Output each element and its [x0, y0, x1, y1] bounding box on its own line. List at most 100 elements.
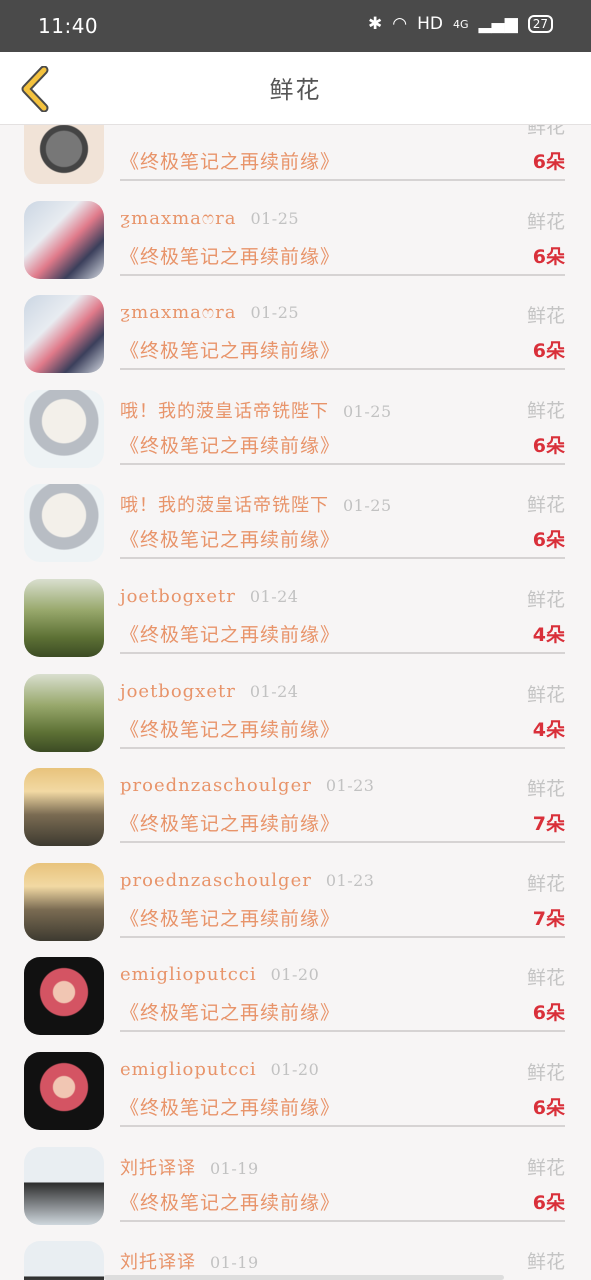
book-title[interactable]: 《终极笔记之再续前缘》: [120, 809, 340, 836]
divider: [120, 462, 565, 465]
gift-type-label: 鲜花: [526, 125, 565, 138]
list-item[interactable]: 哦！我的菠皇话帝铣陛下 01-25 鲜花《终极笔记之再续前缘》 6朵: [0, 474, 591, 569]
avatar[interactable]: [24, 389, 104, 468]
avatar[interactable]: [24, 578, 104, 657]
book-title[interactable]: 《终极笔记之再续前缘》: [120, 242, 340, 269]
network-type: HD: [417, 14, 443, 34]
avatar[interactable]: [24, 295, 104, 374]
list-item[interactable]: 刘托译译 01-19 鲜花: [0, 1231, 591, 1280]
gift-type-label: 鲜花: [526, 1251, 565, 1274]
user-name-text: ƺmaxmaෆra: [120, 302, 237, 324]
book-title[interactable]: 《终极笔记之再续前缘》: [120, 525, 340, 552]
flower-count: 4朵: [532, 718, 565, 741]
book-title[interactable]: 《终极笔记之再续前缘》: [120, 715, 340, 742]
list-item[interactable]: 刘托译译 01-19 鲜花 《终极笔记之再续前缘》 6朵: [0, 1137, 591, 1232]
gift-date: 01-23: [325, 776, 375, 796]
divider: [120, 1124, 565, 1127]
avatar[interactable]: [24, 862, 104, 941]
user-name-text: joetbogxetr: [120, 680, 236, 702]
book-title[interactable]: 《终极笔记之再续前缘》: [120, 620, 340, 647]
user-name: 哦！我的菠皇话帝铣陛下 01-25: [120, 491, 392, 517]
book-title[interactable]: 《终极笔记之再续前缘》: [120, 998, 340, 1025]
avatar[interactable]: [24, 673, 104, 752]
user-name-text: proednzaschoulger: [120, 775, 312, 797]
list-item[interactable]: emiglioputcci 01-20 鲜花《终极笔记之再续前缘》 6朵: [0, 1042, 591, 1137]
gift-date: 01-23: [325, 870, 375, 890]
user-name: ƺmaxmaෆra 01-25: [120, 302, 299, 323]
user-name-text: proednzaschoulger: [120, 869, 312, 891]
gift-type-label: 鲜花: [526, 1061, 565, 1084]
divider: [120, 1219, 565, 1222]
gift-date: 01-25: [343, 496, 392, 516]
avatar[interactable]: [24, 200, 104, 279]
list-item[interactable]: 哦！我的菠皇话帝铣陛下 01-25 鲜花 《终极笔记之再续前缘》 6朵: [0, 380, 591, 475]
user-name: emiglioputcci 01-20: [120, 1059, 319, 1080]
gift-type-label: 鲜花: [526, 399, 565, 422]
avatar[interactable]: [24, 125, 104, 184]
gift-type-label: 鲜花: [526, 210, 565, 233]
status-icons: ✱ ◠ HD 4G ▂▄▆ 27: [368, 14, 553, 34]
flower-count: 4朵: [532, 623, 565, 646]
book-title[interactable]: 《终极笔记之再续前缘》: [120, 1093, 340, 1120]
gift-type-label: 鲜花: [526, 1156, 565, 1179]
list-item[interactable]: proednzaschoulger 01-23 鲜花 《终极笔记之再续前缘》 7朵: [0, 853, 591, 948]
list-item[interactable]: joetbogxetr 01-24 鲜花《终极笔记之再续前缘》 4朵: [0, 664, 591, 759]
list-item[interactable]: emiglioputcci 01-20 鲜花 《终极笔记之再续前缘》 6朵: [0, 947, 591, 1042]
gift-type-label: 鲜花: [526, 494, 565, 517]
avatar[interactable]: [24, 768, 104, 847]
flower-count: 7朵: [532, 813, 565, 836]
flower-count: 6朵: [532, 529, 565, 552]
user-name-text: ƺmaxmaෆra: [120, 207, 237, 229]
divider: [120, 935, 565, 938]
page-title: 鲜花: [269, 76, 322, 104]
list-item[interactable]: ƺmaxmaෆra 01-25 鲜花《终极笔记之再续前缘》 6朵: [0, 285, 591, 380]
flower-count: 6朵: [532, 1096, 565, 1119]
gift-type-label: 鲜花: [526, 683, 565, 706]
gift-date: 01-20: [270, 965, 320, 985]
nav-bar: 鲜花: [0, 52, 591, 125]
book-title[interactable]: 《终极笔记之再续前缘》: [120, 431, 340, 458]
divider: [120, 651, 565, 654]
avatar[interactable]: [24, 1146, 104, 1225]
user-name: joetbogxetr 01-24: [120, 681, 298, 702]
gift-date: 01-25: [250, 208, 300, 228]
user-name: proednzaschoulger 01-23: [120, 870, 374, 891]
gift-type-label: 鲜花: [526, 305, 565, 328]
divider: [120, 841, 565, 844]
flower-count: 6朵: [532, 151, 565, 173]
user-name-text: emiglioputcci: [120, 1058, 257, 1080]
gift-type-label: 鲜花: [526, 967, 565, 990]
book-title[interactable]: 《终极笔记之再续前缘》: [120, 336, 340, 363]
divider: [120, 179, 565, 181]
flower-gift-list[interactable]: 鲜花 《终极笔记之再续前缘》 6朵 ƺmaxmaෆra 01-25 鲜花 《终极笔记之再续前…: [0, 125, 591, 1280]
flower-count: 6朵: [532, 340, 565, 363]
book-title[interactable]: 《终极笔记之再续前缘》: [120, 904, 340, 931]
avatar[interactable]: [24, 1051, 104, 1130]
list-item[interactable]: proednzaschoulger 01-23 鲜花《终极笔记之再续前缘》 7朵: [0, 758, 591, 853]
flower-count: 6朵: [532, 1002, 565, 1025]
divider: [120, 1030, 565, 1033]
avatar[interactable]: [24, 957, 104, 1036]
signal-icon: ▂▄▆: [478, 14, 518, 34]
gift-date: 01-24: [249, 586, 299, 606]
gift-date: 01-19: [210, 1158, 259, 1178]
book-title[interactable]: 《终极笔记之再续前缘》: [120, 1188, 340, 1215]
avatar[interactable]: [24, 1241, 104, 1280]
avatar[interactable]: [24, 484, 104, 563]
list-item[interactable]: ƺmaxmaෆra 01-25 鲜花 《终极笔记之再续前缘》 6朵: [0, 191, 591, 286]
book-title[interactable]: 《终极笔记之再续前缘》: [120, 147, 340, 174]
wifi-icon: ◠: [392, 14, 408, 34]
gift-date: 01-25: [343, 401, 392, 421]
gift-type-label: 鲜花: [526, 778, 565, 801]
scrollbar[interactable]: [104, 1275, 504, 1280]
gift-date: 01-19: [210, 1253, 259, 1273]
bluetooth-icon: ✱: [367, 14, 383, 34]
battery-icon: 27: [527, 15, 553, 33]
user-name-text: 哦！我的菠皇话帝铣陛下: [120, 495, 329, 517]
list-item[interactable]: joetbogxetr 01-24 鲜花 《终极笔记之再续前缘》 4朵: [0, 569, 591, 664]
user-name: 刘托译译 01-19: [120, 1154, 259, 1180]
user-name-text: 哦！我的菠皇话帝铣陛下: [120, 400, 329, 422]
list-item[interactable]: 鲜花《终极笔记之再续前缘》 6朵: [0, 125, 591, 191]
user-name: ƺmaxmaෆra 01-25: [120, 208, 299, 229]
flower-count: 7朵: [532, 907, 565, 930]
